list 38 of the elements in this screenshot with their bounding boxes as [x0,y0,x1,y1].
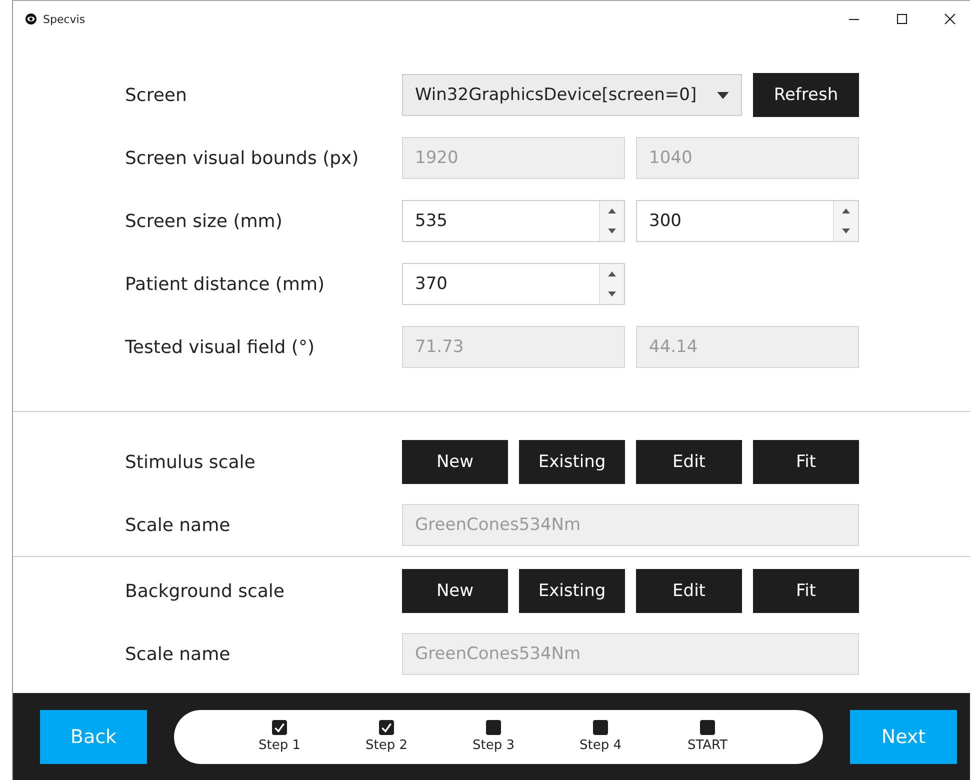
readonly-field: 71.73 [402,326,625,368]
maximize-icon[interactable] [896,13,908,25]
field-label: Screen size (mm) [125,210,284,232]
step-label: Step 4 [579,738,622,753]
number-spinner[interactable]: 370 [402,263,625,305]
step-label: Step 3 [472,738,514,753]
field-label: Tested visual field (°) [125,336,316,358]
field-label: Screen visual bounds (px) [125,148,360,168]
field-label: Patient distance (mm) [125,274,326,294]
scale-button[interactable]: New [402,440,508,484]
scale-button[interactable]: New [402,569,508,613]
readonly-field: 1040 [636,137,859,179]
number-spinner[interactable]: 535 [402,200,625,242]
scale-button[interactable]: Fit [753,440,859,484]
scale-button[interactable]: Edit [636,569,742,613]
scale-button[interactable]: Existing [519,569,625,613]
readonly-field: 44.14 [636,326,859,368]
field-label: Background scale [125,580,286,602]
number-spinner[interactable]: 300 [636,200,859,242]
window-title: Specvis [43,12,86,26]
scale-button[interactable]: Existing [519,440,625,484]
scale-button[interactable]: Edit [636,440,742,484]
screen-dropdown[interactable]: Win32GraphicsDevice[screen=0] [402,74,742,116]
scale-button[interactable]: Fit [753,569,859,613]
field-label: Stimulus scale [125,452,256,472]
field-label: Screen [125,84,188,106]
close-icon[interactable] [944,13,956,25]
step-label: START [687,738,728,753]
app-icon [25,13,37,25]
step-label: Step 1 [258,738,300,753]
caret-icon [717,92,729,98]
readonly-field: GreenCones534Nm [402,633,859,675]
readonly-field: 1920 [402,137,625,179]
step-label: Step 2 [365,738,408,753]
readonly-field: GreenCones534Nm [402,504,859,546]
field-label: Scale name [125,644,232,664]
field-label: Scale name [125,514,232,536]
refresh-button[interactable]: Refresh [753,73,859,117]
